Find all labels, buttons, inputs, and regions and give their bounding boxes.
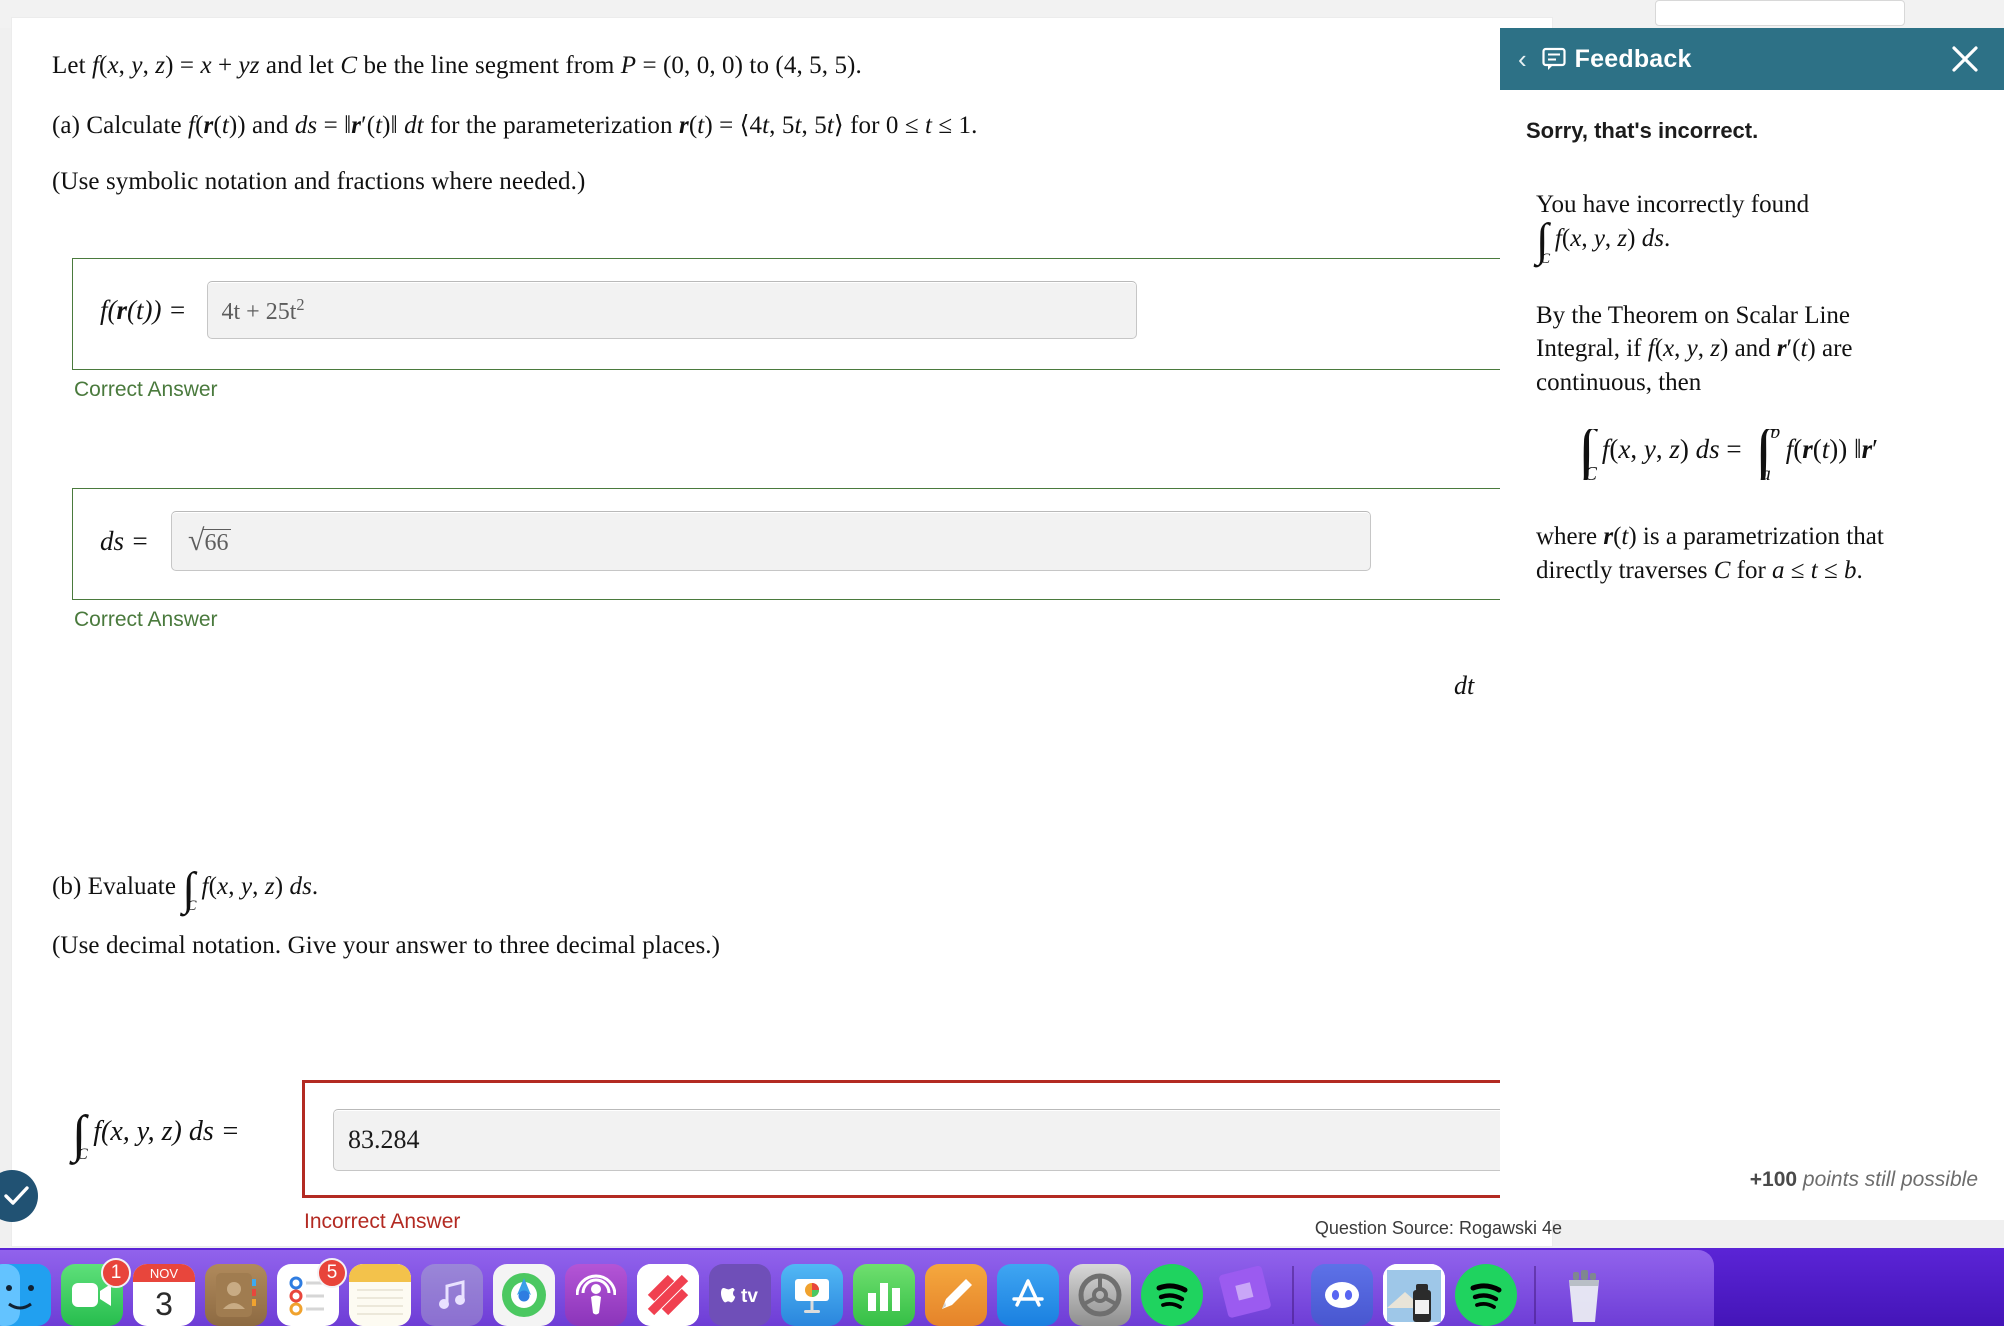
answer-row-fr: f(r(t)) = 4t + 25t2 <box>100 281 1160 339</box>
feedback-lead-text: Sorry, that's incorrect. <box>1526 118 1759 143</box>
dock-item-photos-stack[interactable] <box>1383 1264 1445 1326</box>
close-icon[interactable] <box>1948 42 1982 76</box>
dock-item-discord[interactable] <box>1311 1264 1373 1326</box>
dock-item-pages[interactable] <box>925 1264 987 1326</box>
feedback-speech-bubble-icon <box>1541 46 1567 72</box>
verdict-ds: Correct Answer <box>74 608 218 631</box>
dock-calendar-day: 3 <box>155 1285 173 1322</box>
feedback-back-icon[interactable]: ‹ <box>1518 46 1527 72</box>
answer-label-integral: ∫ C f(x, y, z) ds = <box>72 1105 240 1163</box>
question-part-b: (b) Evaluate ∫ C f(x, y, z) ds. <box>52 863 319 915</box>
verdict-integral: Incorrect Answer <box>304 1210 461 1233</box>
feedback-header: ‹ Feedback <box>1500 28 2004 90</box>
dock-item-facetime[interactable]: 1 <box>61 1258 131 1326</box>
feedback-body: Sorry, that's incorrect. You have incorr… <box>1500 90 2004 1220</box>
dock-item-trash[interactable] <box>1553 1264 1615 1326</box>
dock-item-find-my[interactable] <box>493 1264 555 1326</box>
dock-item-system-settings[interactable] <box>1069 1264 1131 1326</box>
macos-dock: 1 NOV 3 5 tv <box>0 1250 1714 1326</box>
dock-item-music[interactable] <box>421 1264 483 1326</box>
dock-item-news[interactable] <box>637 1264 699 1326</box>
answer-input-fr[interactable]: 4t + 25t2 <box>206 281 1137 339</box>
dock-separator-2 <box>1534 1266 1536 1324</box>
question-part-a: (a) Calculate f(r(t)) and ds = ‖r′(t)‖ d… <box>52 112 978 139</box>
dock-item-numbers[interactable] <box>853 1264 915 1326</box>
feedback-theorem-equation: ∫ C f(x, y, z) ds = ∫ a b f(r(t)) ‖r′ <box>1578 429 1879 480</box>
feedback-paragraph-3: where r(t) is a parametrization that dir… <box>1536 523 1884 584</box>
feedback-paragraph-2: By the Theorem on Scalar Line Integral, … <box>1536 301 1853 396</box>
answer-box-fr: f(r(t)) = 4t + 25t2 <box>72 258 1564 370</box>
answer-row-ds: ds = √66 <box>100 511 1440 571</box>
browser-toolbar-pill[interactable] <box>1655 0 1905 26</box>
dock-item-spotify[interactable] <box>1141 1264 1203 1326</box>
dock-item-notes[interactable] <box>349 1264 411 1326</box>
svg-text:tv: tv <box>741 1286 758 1307</box>
desktop-root: Let f(x, y, z) = x + yz and let C be the… <box>0 0 2004 1326</box>
dock-separator-1 <box>1292 1266 1294 1324</box>
question-content-card: Let f(x, y, z) = x + yz and let C be the… <box>0 18 1564 1246</box>
dock-item-spotify-2[interactable] <box>1455 1264 1517 1326</box>
dock-item-roblox[interactable] <box>1213 1264 1275 1326</box>
feedback-panel: ‹ Feedback Sorry, that's incorrect. You … <box>1500 28 2004 1220</box>
dock-item-app-store[interactable] <box>997 1264 1059 1326</box>
answer-status-check-icon[interactable] <box>0 1170 38 1222</box>
answer-input-ds[interactable]: √66 <box>171 511 1371 571</box>
answer-label-ds: ds = <box>100 525 149 556</box>
answer-box-integral: 83.284 <box>302 1080 1564 1198</box>
dock-item-podcasts[interactable] <box>565 1264 627 1326</box>
answer-unit-dt: dt <box>1454 671 1475 700</box>
dock-badge-reminders: 5 <box>317 1258 347 1288</box>
dock-calendar-month: NOV <box>133 1264 195 1282</box>
question-source: Question Source: Rogawski 4e <box>1314 1218 1562 1238</box>
dock-item-calendar[interactable]: NOV 3 <box>133 1264 195 1326</box>
macos-dock-wrapper: 1 NOV 3 5 tv <box>0 1248 2004 1326</box>
dock-item-finder[interactable] <box>0 1264 51 1326</box>
dock-item-contacts[interactable] <box>205 1264 267 1326</box>
dock-item-reminders[interactable]: 5 <box>277 1258 347 1326</box>
dock-item-keynote[interactable] <box>781 1264 843 1326</box>
points-still-possible: +100 points still possible <box>1749 1168 1978 1191</box>
question-note-b: (Use decimal notation. Give your answer … <box>52 932 721 959</box>
feedback-paragraph-1: You have incorrectly found ∫ C f(x, y, z)… <box>1536 191 1810 267</box>
answer-label-fr: f(r(t)) = <box>100 294 187 325</box>
answer-box-ds: ds = √66 <box>72 488 1564 600</box>
feedback-title: Feedback <box>1574 44 1692 73</box>
question-note-a: (Use symbolic notation and fractions whe… <box>52 168 586 195</box>
answer-input-integral[interactable]: 83.284 <box>333 1109 1513 1171</box>
question-intro: Let f(x, y, z) = x + yz and let C be the… <box>52 52 862 79</box>
verdict-fr: Correct Answer <box>74 378 218 401</box>
dock-badge-facetime: 1 <box>101 1258 131 1288</box>
dock-item-apple-tv[interactable]: tv <box>709 1264 771 1326</box>
